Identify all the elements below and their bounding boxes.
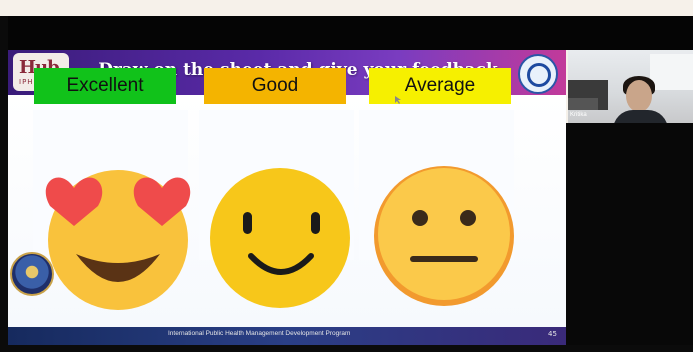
background-window	[650, 54, 693, 90]
slide-footer: International Public Health Management D…	[8, 327, 566, 345]
slide-page-number: 45	[548, 330, 557, 338]
heart-eyes-emoji-icon	[45, 170, 191, 310]
mouse-pointer-icon	[395, 96, 401, 104]
program-seal-icon	[10, 252, 54, 296]
bottom-border	[0, 345, 693, 352]
average-label: Average	[369, 68, 511, 104]
left-border	[0, 16, 8, 352]
institution-seal-icon	[518, 54, 558, 94]
excellent-label: Excellent	[34, 68, 176, 104]
top-toolbar-area	[0, 16, 693, 50]
seal-ring	[527, 63, 551, 87]
participant-name: Kritika	[570, 112, 587, 118]
background-shelf-lower	[568, 98, 598, 110]
participant-face	[626, 80, 652, 112]
smiley-face-emoji-icon	[210, 168, 350, 308]
neutral-face-emoji-icon	[374, 166, 514, 306]
footer-program-name: International Public Health Management D…	[168, 330, 351, 337]
good-label: Good	[204, 68, 346, 104]
participant-body	[613, 110, 668, 123]
participant-video-tile[interactable]: Kritika	[568, 50, 693, 123]
video-gallery-background	[566, 123, 693, 345]
